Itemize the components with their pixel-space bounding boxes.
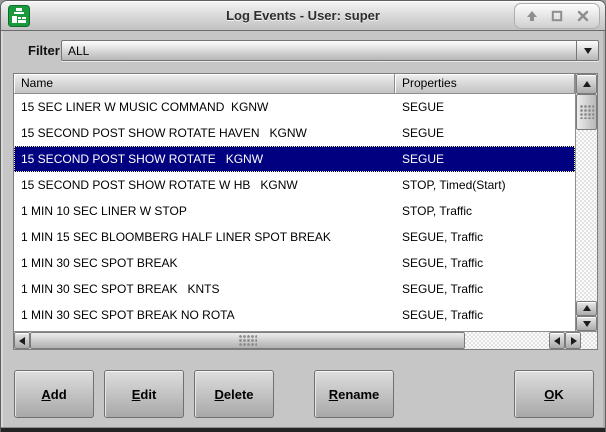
filter-dropdown[interactable]: ALL: [61, 40, 599, 61]
scroll-left-button[interactable]: [14, 332, 30, 349]
cell-name: 1 MIN 30 SEC SPOT BREAK KNTS: [14, 282, 395, 296]
cell-name: 1 MIN 30 SEC SPOT BREAK NO ROTA: [14, 308, 395, 322]
table-row[interactable]: 15 SECOND POST SHOW ROTATE HAVEN KGNW SE…: [14, 120, 575, 146]
table-row[interactable]: 15 SEC LINER W MUSIC COMMAND KGNW SEGUE: [14, 94, 575, 120]
table-row[interactable]: 1 MIN 10 SEC LINER W STOP STOP, Traffic: [14, 198, 575, 224]
table-row[interactable]: 1 MIN 30 SEC SPOT BREAK SEGUE, Traffic: [14, 250, 575, 276]
filter-selected-value: ALL: [62, 44, 576, 58]
rename-button[interactable]: Rename: [314, 370, 394, 418]
ok-button-accesskey: O: [544, 387, 554, 402]
close-button[interactable]: [574, 7, 592, 25]
cell-properties: SEGUE, Traffic: [395, 308, 575, 322]
scroll-down-button[interactable]: [576, 316, 597, 331]
cell-properties: SEGUE, Traffic: [395, 282, 575, 296]
triangle-right-icon: [571, 337, 581, 345]
cell-name: 1 MIN 30 SEC SPOT BREAK: [14, 256, 395, 270]
thumb-grip: [580, 105, 594, 119]
cell-properties: SEGUE, Traffic: [395, 256, 575, 270]
column-header-properties[interactable]: Properties: [395, 74, 575, 94]
triangle-left-icon: [15, 337, 25, 345]
table-row[interactable]: 15 SECOND POST SHOW ROTATE W HB KGNW STO…: [14, 172, 575, 198]
table-row-selected[interactable]: 15 SECOND POST SHOW ROTATE KGNW SEGUE: [14, 146, 575, 172]
horizontal-scrollbar[interactable]: [14, 331, 597, 349]
scroll-up-button-bottom[interactable]: [576, 301, 597, 316]
rename-button-accesskey: R: [329, 387, 338, 402]
table-body: 15 SEC LINER W MUSIC COMMAND KGNW SEGUE …: [14, 94, 575, 331]
add-button-accesskey: A: [41, 387, 50, 402]
chevron-down-icon: [584, 48, 592, 58]
scroll-left-button-right[interactable]: [549, 332, 565, 349]
scroll-up-button[interactable]: [576, 74, 597, 94]
cell-properties: STOP, Timed(Start): [395, 178, 575, 192]
add-button-label: dd: [51, 387, 67, 402]
cell-name: 15 SECOND POST SHOW ROTATE KGNW: [14, 152, 395, 166]
vertical-scrollbar[interactable]: [575, 74, 597, 331]
horizontal-scrollbar-track[interactable]: [465, 332, 549, 349]
delete-button-accesskey: D: [214, 387, 223, 402]
filter-dropdown-arrow-button[interactable]: [576, 41, 598, 60]
rename-button-label: ename: [338, 387, 379, 402]
cell-properties: SEGUE, Traffic: [395, 230, 575, 244]
ok-button[interactable]: OK: [514, 370, 594, 418]
delete-button[interactable]: Delete: [194, 370, 274, 418]
cell-name: 15 SECOND POST SHOW ROTATE W HB KGNW: [14, 178, 395, 192]
cell-properties: SEGUE: [395, 126, 575, 140]
scroll-right-button[interactable]: [565, 332, 581, 349]
table-row[interactable]: 1 MIN 30 SEC SPOT BREAK KNTS SEGUE, Traf…: [14, 276, 575, 302]
edit-button-label: dit: [140, 387, 156, 402]
delete-button-label: elete: [224, 387, 254, 402]
edit-button[interactable]: Edit: [104, 370, 184, 418]
ok-button-label: K: [554, 387, 563, 402]
table-row[interactable]: 1 MIN 15 SEC BLOOMBERG HALF LINER SPOT B…: [14, 224, 575, 250]
scrollbar-corner: [581, 332, 597, 349]
triangle-up-icon: [583, 301, 591, 311]
vertical-scrollbar-thumb[interactable]: [576, 94, 597, 130]
table-header: Name Properties: [14, 74, 575, 94]
shade-button[interactable]: [523, 7, 541, 25]
cell-name: 1 MIN 15 SEC BLOOMBERG HALF LINER SPOT B…: [14, 230, 395, 244]
triangle-down-icon: [583, 321, 591, 331]
cell-properties: SEGUE: [395, 100, 575, 114]
cell-name: 15 SEC LINER W MUSIC COMMAND KGNW: [14, 100, 395, 114]
log-events-table: Name Properties 15 SEC LINER W MUSIC COM…: [13, 73, 598, 350]
thumb-grip: [239, 335, 257, 346]
vertical-scrollbar-track[interactable]: [576, 130, 597, 301]
table-row[interactable]: 1 MIN 30 SEC SPOT BREAK NO ROTA SEGUE, T…: [14, 302, 575, 328]
column-header-name[interactable]: Name: [14, 74, 395, 94]
cell-name: 1 MIN 10 SEC LINER W STOP: [14, 204, 395, 218]
triangle-left-icon: [550, 337, 560, 345]
add-button[interactable]: Add: [14, 370, 94, 418]
cell-name: 15 SECOND POST SHOW ROTATE HAVEN KGNW: [14, 126, 395, 140]
filter-label: Filter:: [28, 43, 64, 58]
horizontal-scrollbar-thumb[interactable]: [30, 332, 465, 349]
log-events-dialog: Log Events - User: super Filter: ALL Nam…: [0, 0, 606, 432]
window-controls: [514, 3, 600, 29]
cell-properties: SEGUE: [395, 152, 575, 166]
titlebar[interactable]: Log Events - User: super: [1, 1, 605, 31]
maximize-button[interactable]: [548, 7, 566, 25]
triangle-up-icon: [583, 77, 591, 87]
cell-properties: STOP, Traffic: [395, 204, 575, 218]
window-bottom-frame: [1, 427, 605, 432]
